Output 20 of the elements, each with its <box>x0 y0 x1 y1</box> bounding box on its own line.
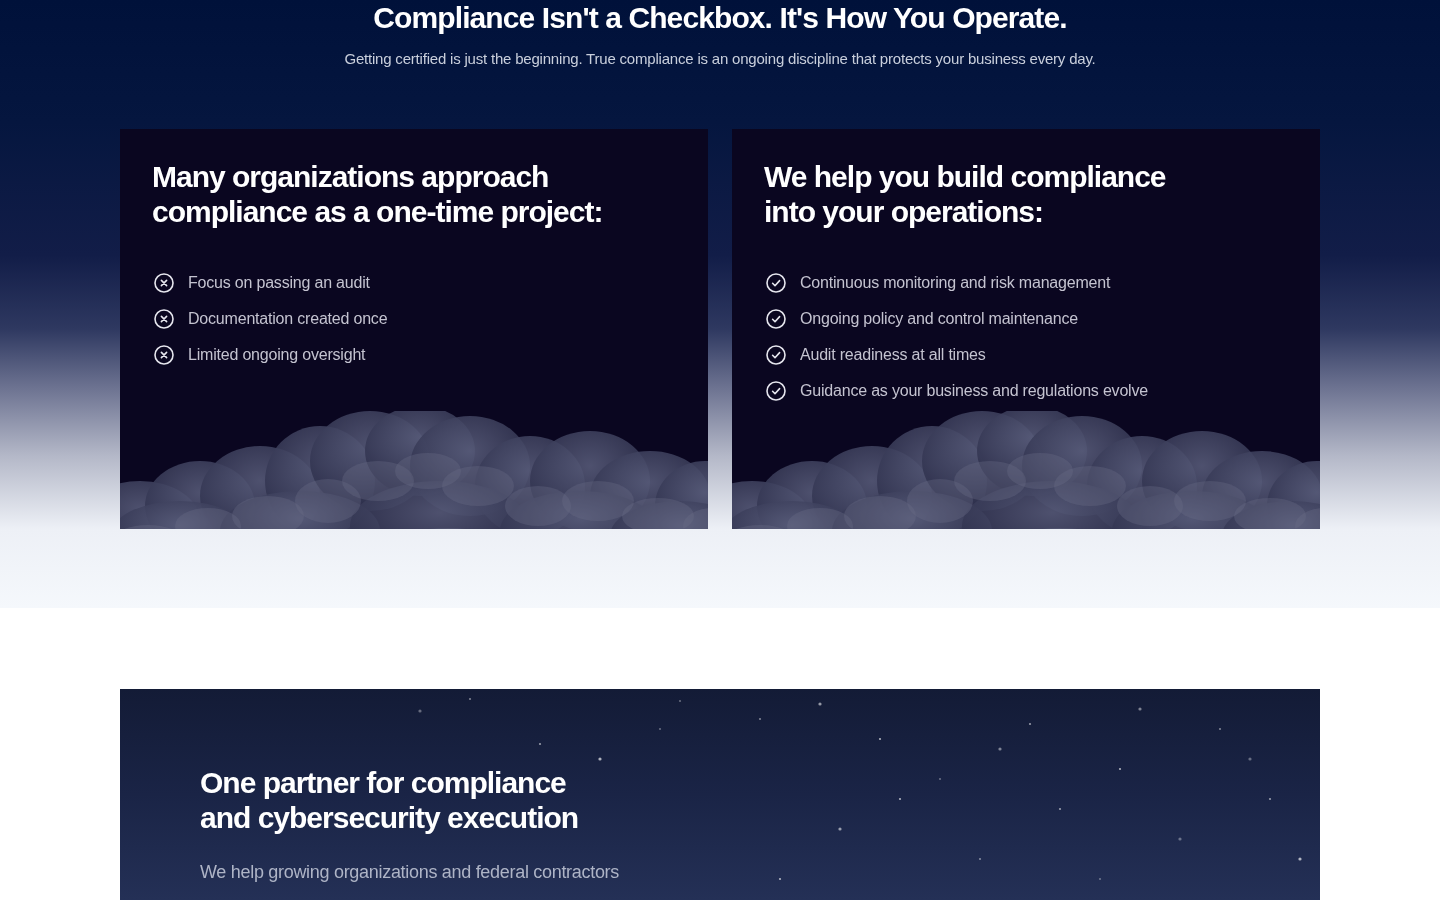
list-item-text: Guidance as your business and regulations evolve <box>800 381 1148 401</box>
list-item-text: Audit readiness at all times <box>800 345 986 365</box>
list-item-text: Limited ongoing oversight <box>188 345 366 365</box>
section-title: Compliance Isn't a Checkbox. It's How You Operate. <box>373 0 1067 36</box>
partner-text: We help growing organizations and federal contractors <box>200 861 620 884</box>
card-heading: Many organizations approach compliance as a one-time project: <box>152 159 604 229</box>
list-item-text: Focus on passing an audit <box>188 273 370 293</box>
check-circle-icon <box>766 345 786 365</box>
cross-circle-icon <box>154 273 174 293</box>
section-subtitle: Getting certified is just the beginning. True compliance is an ongoing discipline that protects your business every day. <box>344 49 1096 69</box>
check-circle-icon <box>766 381 786 401</box>
cross-circle-icon <box>154 309 174 329</box>
card-heading: We help you build compliance into your operations: <box>764 159 1167 229</box>
list-item-text: Documentation created once <box>188 309 388 329</box>
list-item-text: Ongoing policy and control maintenance <box>800 309 1078 329</box>
partner-heading: One partner for compliance and cybersecurity execution <box>200 765 580 835</box>
cross-circle-icon <box>154 345 174 365</box>
list-item-text: Continuous monitoring and risk management <box>800 273 1111 293</box>
check-circle-icon <box>766 309 786 329</box>
check-circle-icon <box>766 273 786 293</box>
